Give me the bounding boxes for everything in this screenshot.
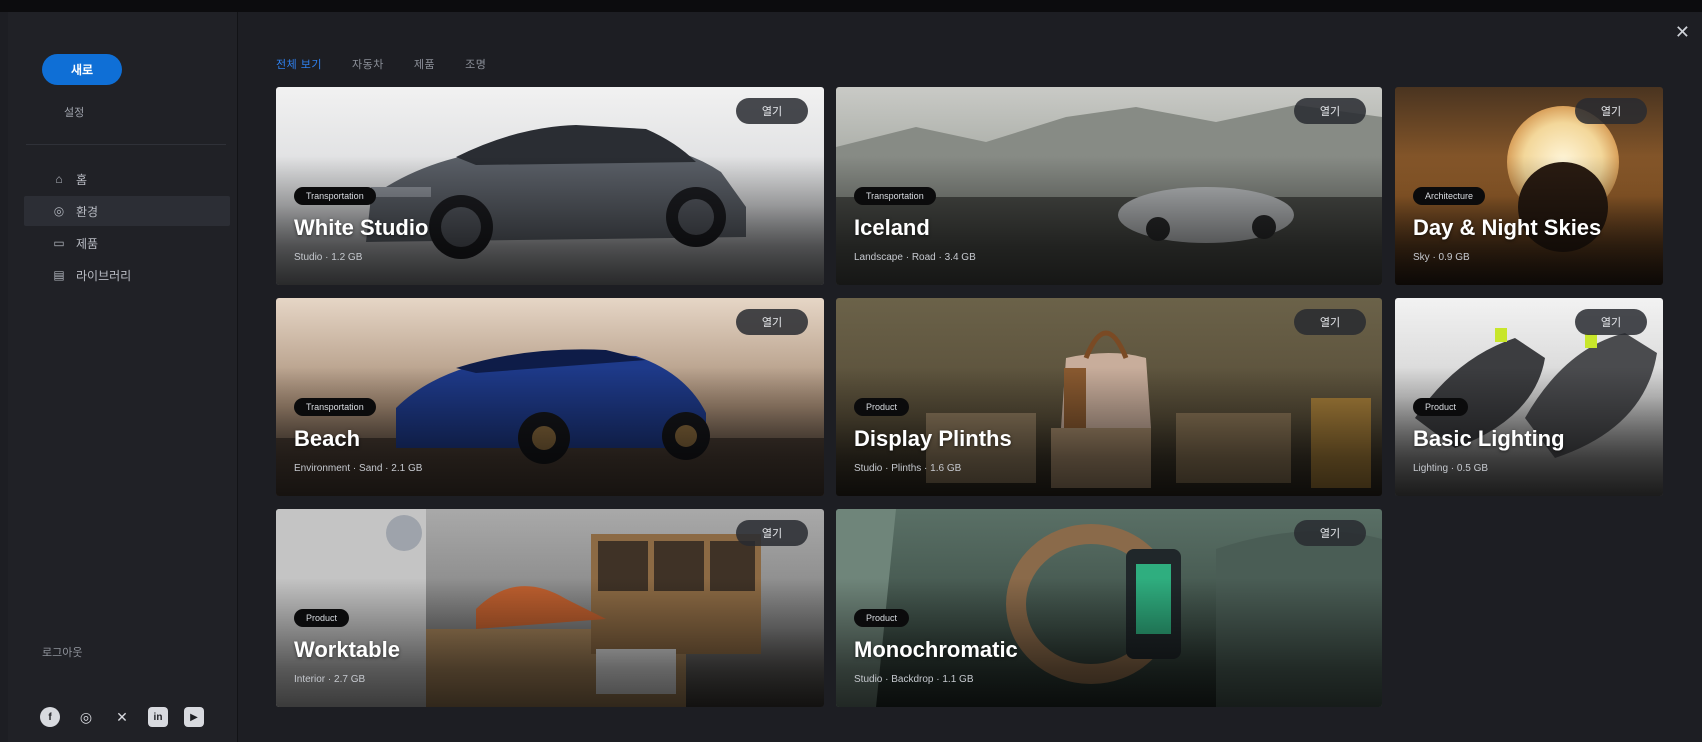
- card-meta: Studio · Plinths · 1.6 GB: [854, 463, 962, 474]
- category-badge: Product: [1413, 398, 1469, 416]
- linkedin-icon[interactable]: in: [148, 707, 168, 727]
- category-badge: Transportation: [294, 398, 376, 416]
- app-window: 새로 설정 ⌂ 홈 ◎ 환경 ▭ 제품 ▤ 라이브러리 로그아웃 f ◎ ✕ i…: [0, 0, 1702, 742]
- youtube-icon[interactable]: ▶: [184, 707, 204, 727]
- category-badge: Transportation: [294, 187, 376, 205]
- open-button[interactable]: 열기: [1294, 98, 1366, 124]
- environment-card[interactable]: 열기 Product Monochromatic Studio · Backdr…: [836, 509, 1382, 707]
- social-links: f ◎ ✕ in ▶: [40, 707, 204, 727]
- category-badge: Product: [854, 398, 910, 416]
- card-meta: Lighting · 0.5 GB: [1413, 463, 1489, 474]
- sidebar-sub-label: 설정: [64, 107, 85, 119]
- card-title: Beach: [294, 426, 361, 451]
- card-title: White Studio: [294, 215, 429, 240]
- card-meta: Environment · Sand · 2.1 GB: [294, 463, 423, 474]
- facebook-icon[interactable]: f: [40, 707, 60, 727]
- card-meta: Studio · Backdrop · 1.1 GB: [854, 674, 974, 685]
- card-title: Day & Night Skies: [1413, 215, 1602, 240]
- card-title: Iceland: [854, 215, 930, 240]
- environment-card[interactable]: 열기 Product Basic Lighting Lighting · 0.5…: [1395, 298, 1663, 496]
- environment-icon: ◎: [53, 204, 65, 218]
- card-meta: Interior · 2.7 GB: [294, 674, 366, 685]
- sidebar-item-products[interactable]: ▭ 제품: [24, 228, 230, 258]
- open-button[interactable]: 열기: [736, 309, 808, 335]
- tab-product[interactable]: 제품: [414, 56, 435, 72]
- category-tabs: 전체 보기 자동차 제품 조명: [276, 56, 486, 72]
- folder-icon: ▭: [53, 236, 65, 250]
- sidebar: 새로 설정 ⌂ 홈 ◎ 환경 ▭ 제품 ▤ 라이브러리 로그아웃 f ◎ ✕ i…: [8, 12, 238, 742]
- card-title: Worktable: [294, 637, 400, 662]
- environment-card[interactable]: 열기 Transportation Iceland Landscape · Ro…: [836, 87, 1382, 285]
- close-icon[interactable]: ✕: [1675, 22, 1690, 43]
- instagram-icon[interactable]: ◎: [76, 707, 96, 727]
- sidebar-item-label: 라이브러리: [76, 268, 132, 283]
- tab-lighting[interactable]: 조명: [465, 56, 486, 72]
- open-button[interactable]: 열기: [736, 520, 808, 546]
- environment-card[interactable]: 열기 Transportation White Studio Studio · …: [276, 87, 824, 285]
- sidebar-item-home[interactable]: ⌂ 홈: [24, 164, 230, 194]
- tab-all[interactable]: 전체 보기: [276, 56, 322, 72]
- card-meta: Sky · 0.9 GB: [1413, 252, 1470, 263]
- environment-card[interactable]: 열기 Product Worktable Interior · 2.7 GB: [276, 509, 824, 707]
- tab-automotive[interactable]: 자동차: [352, 56, 384, 72]
- open-button[interactable]: 열기: [736, 98, 808, 124]
- category-badge: Product: [294, 609, 350, 627]
- category-badge: Product: [854, 609, 910, 627]
- card-meta: Landscape · Road · 3.4 GB: [854, 252, 976, 263]
- new-button[interactable]: 새로: [42, 54, 122, 85]
- card-title: Basic Lighting: [1413, 426, 1565, 451]
- sidebar-item-label: 제품: [76, 236, 99, 251]
- sidebar-divider: [26, 144, 226, 145]
- environment-card[interactable]: 열기 Transportation Beach Environment · Sa…: [276, 298, 824, 496]
- sidebar-item-label: 환경: [76, 204, 99, 219]
- title-bar: [0, 0, 1702, 12]
- card-meta: Studio · 1.2 GB: [294, 252, 363, 263]
- home-icon: ⌂: [55, 172, 63, 186]
- open-button[interactable]: 열기: [1294, 309, 1366, 335]
- x-icon[interactable]: ✕: [112, 707, 132, 727]
- library-icon: ▤: [53, 268, 65, 282]
- sidebar-item-label: 홈: [76, 172, 88, 187]
- environment-card[interactable]: 열기 Product Display Plinths Studio · Plin…: [836, 298, 1382, 496]
- category-badge: Transportation: [854, 187, 936, 205]
- card-title: Display Plinths: [854, 426, 1012, 451]
- open-button[interactable]: 열기: [1575, 98, 1647, 124]
- category-badge: Architecture: [1413, 187, 1486, 205]
- sidebar-item-environments[interactable]: ◎ 환경: [24, 196, 230, 226]
- sidebar-item-library[interactable]: ▤ 라이브러리: [24, 260, 230, 290]
- card-title: Monochromatic: [854, 637, 1018, 662]
- open-button[interactable]: 열기: [1575, 309, 1647, 335]
- open-button[interactable]: 열기: [1294, 520, 1366, 546]
- logout-link[interactable]: 로그아웃: [42, 644, 82, 660]
- environment-card[interactable]: 열기 Architecture Day & Night Skies Sky · …: [1395, 87, 1663, 285]
